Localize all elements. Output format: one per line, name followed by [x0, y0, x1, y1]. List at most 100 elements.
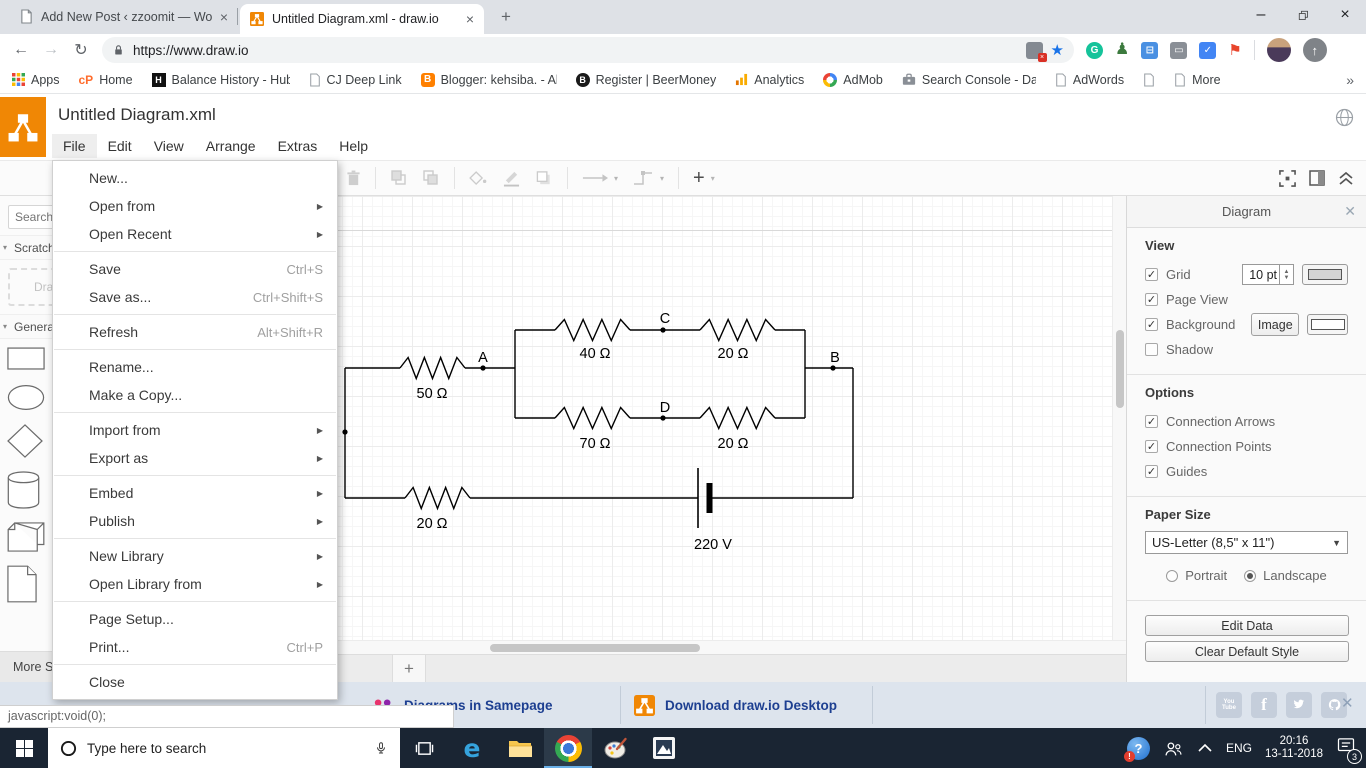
- photos-taskbar-button[interactable]: [640, 728, 688, 768]
- tab-close-icon[interactable]: ×: [220, 10, 228, 24]
- reload-icon[interactable]: ↻: [66, 40, 96, 60]
- bookmark-beermoney[interactable]: B Register | BeerMoney: [575, 72, 716, 87]
- bookmark-admob[interactable]: AdMob: [823, 72, 883, 87]
- chess-pawn-icon[interactable]: ♟: [1115, 42, 1129, 58]
- bookmark-cpanel-home[interactable]: cP Home: [79, 73, 133, 87]
- connection-points-checkbox[interactable]: [1145, 440, 1158, 453]
- shadow-checkbox[interactable]: [1145, 343, 1158, 356]
- fullscreen-icon[interactable]: [1279, 169, 1296, 187]
- profile-avatar[interactable]: [1266, 38, 1291, 62]
- download-desktop-banner-link[interactable]: Download draw.io Desktop: [634, 682, 837, 728]
- grid-size-stepper[interactable]: ▲▼: [1242, 264, 1294, 285]
- insert-icon[interactable]: +: [693, 168, 705, 188]
- menu-item-open-library-from[interactable]: Open Library from ▶: [53, 570, 337, 598]
- cube-shape[interactable]: [7, 522, 45, 552]
- bookmark-search-console[interactable]: Search Console - Das: [902, 73, 1036, 87]
- taskbar-search-box[interactable]: Type here to search: [48, 728, 400, 768]
- guides-checkbox[interactable]: [1145, 465, 1158, 478]
- close-panel-icon[interactable]: ✕: [1344, 203, 1356, 220]
- menu-view[interactable]: View: [143, 134, 195, 158]
- translate-error-icon[interactable]: ×: [1025, 41, 1047, 62]
- canvas-horizontal-scrollbar[interactable]: [212, 640, 1126, 654]
- grid-checkbox[interactable]: [1145, 268, 1158, 281]
- language-indicator[interactable]: ENG: [1226, 741, 1252, 755]
- youtube-icon[interactable]: You Tube: [1216, 692, 1242, 718]
- flag-extension-icon[interactable]: ⚑: [1228, 43, 1241, 58]
- menu-item-close[interactable]: Close: [53, 668, 337, 696]
- ellipse-shape[interactable]: [7, 384, 45, 411]
- fill-color-icon[interactable]: [469, 170, 488, 187]
- menu-file[interactable]: File: [52, 134, 97, 158]
- bookmark-analytics[interactable]: Analytics: [735, 73, 804, 87]
- start-button[interactable]: [0, 728, 48, 768]
- twitter-icon[interactable]: [1286, 692, 1312, 718]
- action-center-button[interactable]: 3: [1336, 736, 1362, 764]
- line-color-icon[interactable]: [502, 170, 521, 187]
- menu-item-rename[interactable]: Rename...: [53, 353, 337, 381]
- bookmark-cj-deep-link[interactable]: CJ Deep Link: [309, 73, 402, 87]
- people-tray-icon[interactable]: [1163, 739, 1184, 758]
- menu-extras[interactable]: Extras: [267, 134, 329, 158]
- grid-color-swatch[interactable]: [1302, 264, 1348, 285]
- menu-item-open-from[interactable]: Open from ▶: [53, 192, 337, 220]
- waypoint-style-icon[interactable]: [632, 170, 654, 186]
- window-restore-button[interactable]: [1282, 0, 1324, 30]
- tab-close-icon[interactable]: ×: [466, 12, 474, 26]
- delete-icon[interactable]: [346, 170, 361, 187]
- menu-item-import-from[interactable]: Import from ▶: [53, 416, 337, 444]
- menu-edit[interactable]: Edit: [97, 134, 143, 158]
- shadow-icon[interactable]: [535, 170, 553, 187]
- task-view-button[interactable]: [400, 728, 448, 768]
- language-globe-icon[interactable]: [1335, 108, 1354, 132]
- to-front-icon[interactable]: [390, 169, 408, 187]
- collapse-expand-icon[interactable]: [1338, 171, 1354, 186]
- menu-item-save-as[interactable]: Save as... Ctrl+Shift+S: [53, 283, 337, 311]
- microphone-icon[interactable]: [374, 739, 388, 757]
- format-panel-title-tab[interactable]: Diagram ✕: [1127, 196, 1366, 228]
- landscape-radio[interactable]: [1244, 569, 1257, 582]
- window-close-button[interactable]: ×: [1324, 0, 1366, 30]
- portrait-radio[interactable]: [1166, 569, 1179, 582]
- format-panel-toggle-icon[interactable]: [1309, 170, 1325, 186]
- scrollbar-thumb[interactable]: [1116, 330, 1124, 408]
- menu-item-page-setup[interactable]: Page Setup...: [53, 605, 337, 633]
- bookmark-untitled[interactable]: [1143, 72, 1155, 87]
- facebook-icon[interactable]: f: [1251, 692, 1277, 718]
- add-page-button[interactable]: +: [392, 655, 426, 683]
- browser-tab-drawio[interactable]: Untitled Diagram.xml - draw.io ×: [240, 4, 484, 34]
- taskbar-clock[interactable]: 20:16 13-11-2018: [1265, 735, 1323, 761]
- menu-arrange[interactable]: Arrange: [195, 134, 267, 158]
- canvas-vertical-scrollbar[interactable]: [1112, 196, 1126, 640]
- edit-data-button[interactable]: Edit Data: [1145, 615, 1349, 636]
- chrome-update-icon[interactable]: ↑: [1302, 38, 1327, 62]
- document-title[interactable]: Untitled Diagram.xml: [58, 105, 216, 125]
- bookmark-adwords[interactable]: AdWords: [1055, 73, 1124, 87]
- cylinder-shape[interactable]: [7, 471, 40, 509]
- background-color-swatch[interactable]: [1307, 314, 1348, 335]
- bookmark-more[interactable]: More: [1174, 73, 1221, 87]
- background-image-button[interactable]: Image: [1251, 313, 1300, 336]
- bookmark-blogger[interactable]: B Blogger: kehsiba. - Al: [420, 72, 557, 87]
- connection-style-icon[interactable]: [582, 172, 608, 184]
- bookmark-balance-history[interactable]: H Balance History - Hub: [151, 72, 290, 87]
- check-extension-icon[interactable]: ✓: [1199, 41, 1217, 59]
- circuit-diagram[interactable]: 50 Ω 40 Ω 20 Ω 70 Ω 20 Ω 20 Ω 220 V A B …: [212, 196, 1112, 640]
- grid-size-input[interactable]: [1243, 265, 1279, 284]
- menu-item-refresh[interactable]: Refresh Alt+Shift+R: [53, 318, 337, 346]
- menu-item-publish[interactable]: Publish ▶: [53, 507, 337, 535]
- back-icon[interactable]: ←: [6, 41, 36, 59]
- chrome-taskbar-button[interactable]: [544, 728, 592, 768]
- clear-default-style-button[interactable]: Clear Default Style: [1145, 641, 1349, 662]
- bookmarks-overflow-chevron[interactable]: »: [1346, 72, 1354, 88]
- grammarly-icon[interactable]: G: [1086, 41, 1103, 59]
- tag-extension-icon[interactable]: ⊟: [1141, 41, 1159, 59]
- help-tray-icon[interactable]: ?!: [1124, 736, 1150, 762]
- menu-item-new-library[interactable]: New Library ▶: [53, 542, 337, 570]
- bookmark-star-icon[interactable]: ★: [1051, 41, 1064, 59]
- diagram-canvas[interactable]: 50 Ω 40 Ω 20 Ω 70 Ω 20 Ω 20 Ω 220 V A B …: [212, 196, 1112, 640]
- page-view-checkbox[interactable]: [1145, 293, 1158, 306]
- edge-taskbar-button[interactable]: e: [448, 728, 496, 768]
- omnibox[interactable]: https://www.draw.io × ★: [102, 37, 1074, 63]
- menu-help[interactable]: Help: [328, 134, 379, 158]
- stepper-arrows-icon[interactable]: ▲ ▼: [1279, 265, 1293, 284]
